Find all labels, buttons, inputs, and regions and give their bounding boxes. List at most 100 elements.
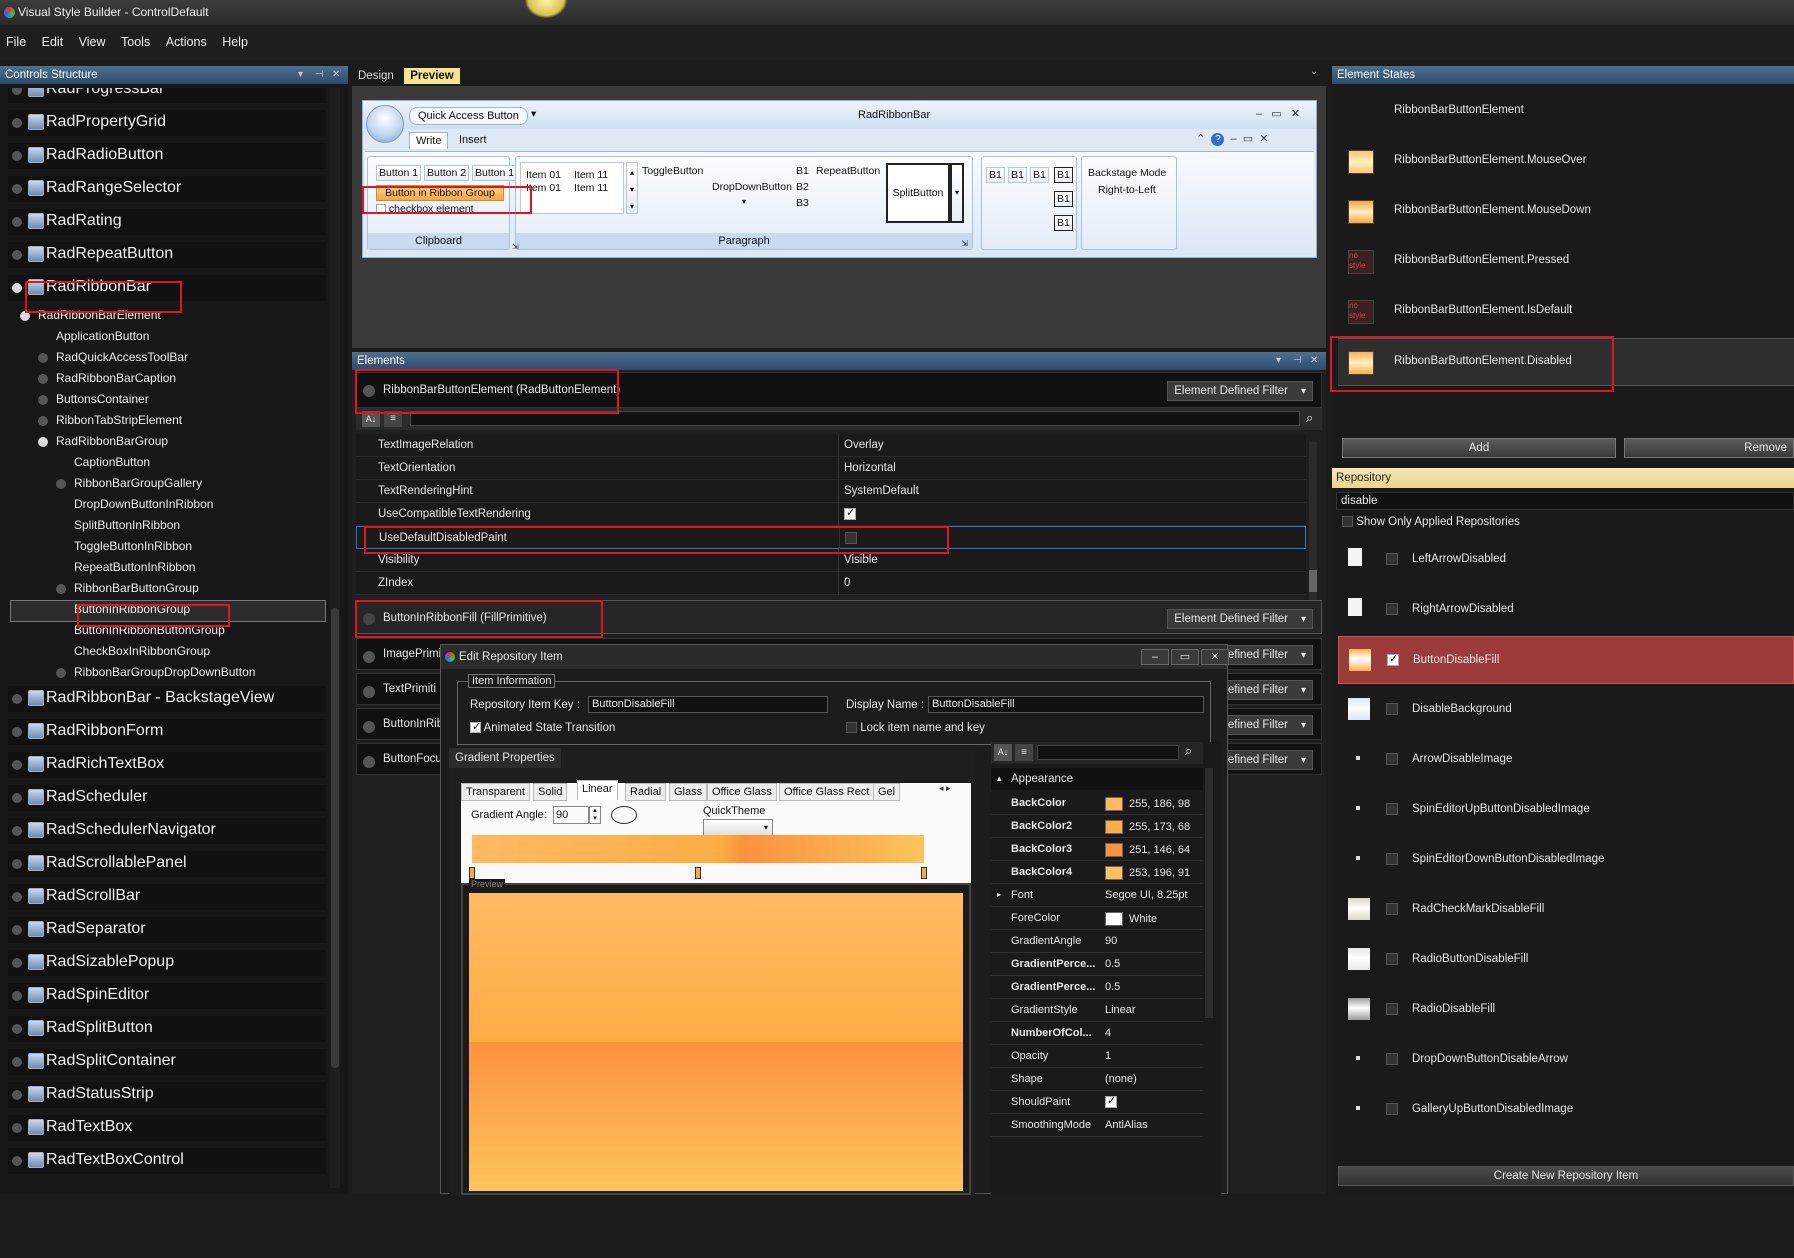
collapse-icon[interactable]: ▴ (997, 773, 1002, 784)
gradient-tab[interactable]: Solid (533, 783, 568, 801)
tree-item[interactable]: ToggleButtonInRibbon (8, 536, 326, 556)
expand-icon[interactable] (12, 1156, 22, 1166)
dialog-property-row[interactable]: ForeColor White (991, 907, 1203, 930)
b-button[interactable]: B2 (796, 181, 809, 193)
tree-item[interactable]: RadQuickAccessToolBar (8, 347, 326, 367)
dialog-property-search[interactable] (1037, 745, 1179, 760)
dialog-property-row[interactable]: ShouldPaint (991, 1091, 1203, 1114)
collapse-icon[interactable] (363, 385, 375, 397)
property-search-input[interactable] (410, 411, 1300, 426)
b1-button[interactable]: B1 (1054, 215, 1073, 231)
categorize-icon[interactable]: ≡ (384, 411, 402, 427)
color-swatch[interactable] (1105, 843, 1123, 857)
tree-item[interactable]: RibbonBarButtonGroup (8, 578, 326, 598)
tree-item[interactable]: RadTextBoxControl (8, 1148, 326, 1174)
dialog-property-row[interactable]: BackColor2 255, 173, 68 (991, 815, 1203, 838)
dropdown-icon[interactable]: ▾ (298, 66, 303, 84)
tree-item[interactable]: RadRibbonForm (8, 719, 326, 745)
categorize-icon[interactable]: ≡ (1015, 744, 1033, 761)
menu-file[interactable]: File (0, 25, 32, 49)
dialog-property-row[interactable]: SmoothingMode AntiAlias (991, 1114, 1203, 1137)
repository-checkbox[interactable] (1386, 1053, 1398, 1065)
maximize-icon[interactable]: ▭ (1271, 108, 1281, 120)
property-row[interactable]: UseDefaultDisabledPaint (356, 526, 1306, 550)
ribbon-button-2[interactable]: Button 2 (424, 165, 470, 181)
expand-icon[interactable] (38, 374, 48, 384)
expand-icon[interactable] (12, 88, 22, 95)
gradient-tab[interactable]: Glass (669, 783, 708, 801)
dialog-property-row[interactable]: Shape (none) (991, 1068, 1203, 1091)
tree-item[interactable]: RadPropertyGrid (8, 110, 326, 136)
close-icon[interactable]: ✕ (332, 66, 340, 84)
tree-item[interactable]: RadRibbonBar (8, 275, 326, 301)
repository-checkbox[interactable] (1386, 903, 1398, 915)
dialog-property-row[interactable]: GradientStyle Linear (991, 999, 1203, 1022)
property-value[interactable] (1105, 1094, 1117, 1109)
scrollbar-thumb[interactable] (1309, 570, 1317, 592)
minimize-icon[interactable]: – (1256, 108, 1262, 120)
element-filter-dropdown[interactable]: Element Defined Filter (1167, 609, 1313, 629)
ribbon-tab-write[interactable]: Write (409, 132, 449, 149)
appearance-category[interactable]: ▴ Appearance (991, 768, 1203, 790)
tree-item[interactable]: RadProgressBar (8, 88, 326, 103)
expand-icon[interactable] (12, 991, 22, 1001)
expand-icon[interactable] (12, 793, 22, 803)
dialog-property-row[interactable]: BackColor3 251, 146, 64 (991, 838, 1203, 861)
sort-alpha-icon[interactable]: A↓ (994, 744, 1012, 761)
tree-item[interactable]: RadSpinEditor (8, 983, 326, 1009)
property-row[interactable]: TextOrientation Horizontal (356, 457, 1306, 480)
b1-button[interactable]: B1 (1008, 167, 1027, 183)
property-value[interactable]: 255, 173, 68 (1105, 820, 1190, 834)
property-value[interactable]: Horizontal (844, 462, 896, 474)
tree-item[interactable]: CheckBoxInRibbonGroup (8, 641, 326, 661)
gradient-bar[interactable] (472, 835, 924, 863)
gallery-scroll[interactable]: ▴ ▾ ▾ (626, 162, 638, 214)
search-icon[interactable]: ⌕ (1185, 743, 1192, 759)
application-button[interactable] (366, 105, 404, 143)
dialog-property-row[interactable]: BackColor4 253, 196, 91 (991, 861, 1203, 884)
color-swatch[interactable] (1105, 912, 1123, 926)
maximize-button[interactable]: ▭ (1171, 649, 1199, 665)
element-filter-dropdown[interactable]: efined Filter (1220, 680, 1313, 700)
property-value[interactable] (844, 506, 856, 520)
split-button-arrow[interactable]: ▾ (950, 163, 964, 223)
state-item[interactable]: no style RibbonBarButtonElement.Pressed (1338, 238, 1794, 286)
tab-scroll-arrows[interactable]: ◂ ▸ (939, 783, 951, 794)
gradient-tab[interactable]: Linear (577, 780, 618, 800)
state-item[interactable]: RibbonBarButtonElement.Disabled (1338, 338, 1794, 386)
restore-icon[interactable]: ▭ (1243, 133, 1253, 145)
expand-icon[interactable] (56, 479, 66, 489)
repository-checkbox[interactable] (1386, 703, 1398, 715)
expand-icon[interactable] (12, 760, 22, 770)
property-value[interactable]: 0.5 (1105, 958, 1120, 970)
gradient-stop[interactable] (921, 867, 927, 879)
b-button[interactable]: B3 (796, 197, 809, 209)
expand-icon[interactable] (38, 416, 48, 426)
close-icon[interactable]: ✕ (1291, 108, 1300, 120)
repository-checkbox[interactable] (1386, 553, 1398, 565)
property-value[interactable]: White (1105, 912, 1157, 926)
expand-icon[interactable] (12, 859, 22, 869)
tab-preview[interactable]: Preview (404, 68, 460, 84)
b1-button[interactable]: B1 (1054, 191, 1073, 207)
lock-checkbox[interactable]: Lock item name and key (846, 722, 985, 734)
property-value[interactable]: 90 (1105, 935, 1117, 947)
tree-item[interactable]: RadRadioButton (8, 143, 326, 169)
repository-item[interactable]: RightArrowDisabled (1338, 586, 1794, 634)
repository-item[interactable]: SpinEditorUpButtonDisabledImage (1338, 786, 1794, 834)
display-name-input[interactable]: ButtonDisableFill (928, 696, 1204, 713)
close-button[interactable]: ✕ (1201, 649, 1229, 665)
tree-item[interactable]: RadSizablePopup (8, 950, 326, 976)
collapse-icon[interactable] (38, 437, 48, 447)
expand-icon[interactable] (12, 925, 22, 935)
color-swatch[interactable] (1105, 866, 1123, 880)
repository-item[interactable]: DisableBackground (1338, 686, 1794, 734)
expand-icon[interactable] (56, 668, 66, 678)
tree-item[interactable]: RadScrollBar (8, 884, 326, 910)
tree-item[interactable]: RepeatButtonInRibbon (8, 557, 326, 577)
tree-item[interactable]: SplitButtonInRibbon (8, 515, 326, 535)
repository-search-input[interactable]: disable (1336, 492, 1794, 510)
gallery-item[interactable]: Item 01 (526, 182, 561, 194)
b1-button[interactable]: B1 (1030, 167, 1049, 183)
toggle-button[interactable]: ToggleButton (642, 165, 703, 177)
